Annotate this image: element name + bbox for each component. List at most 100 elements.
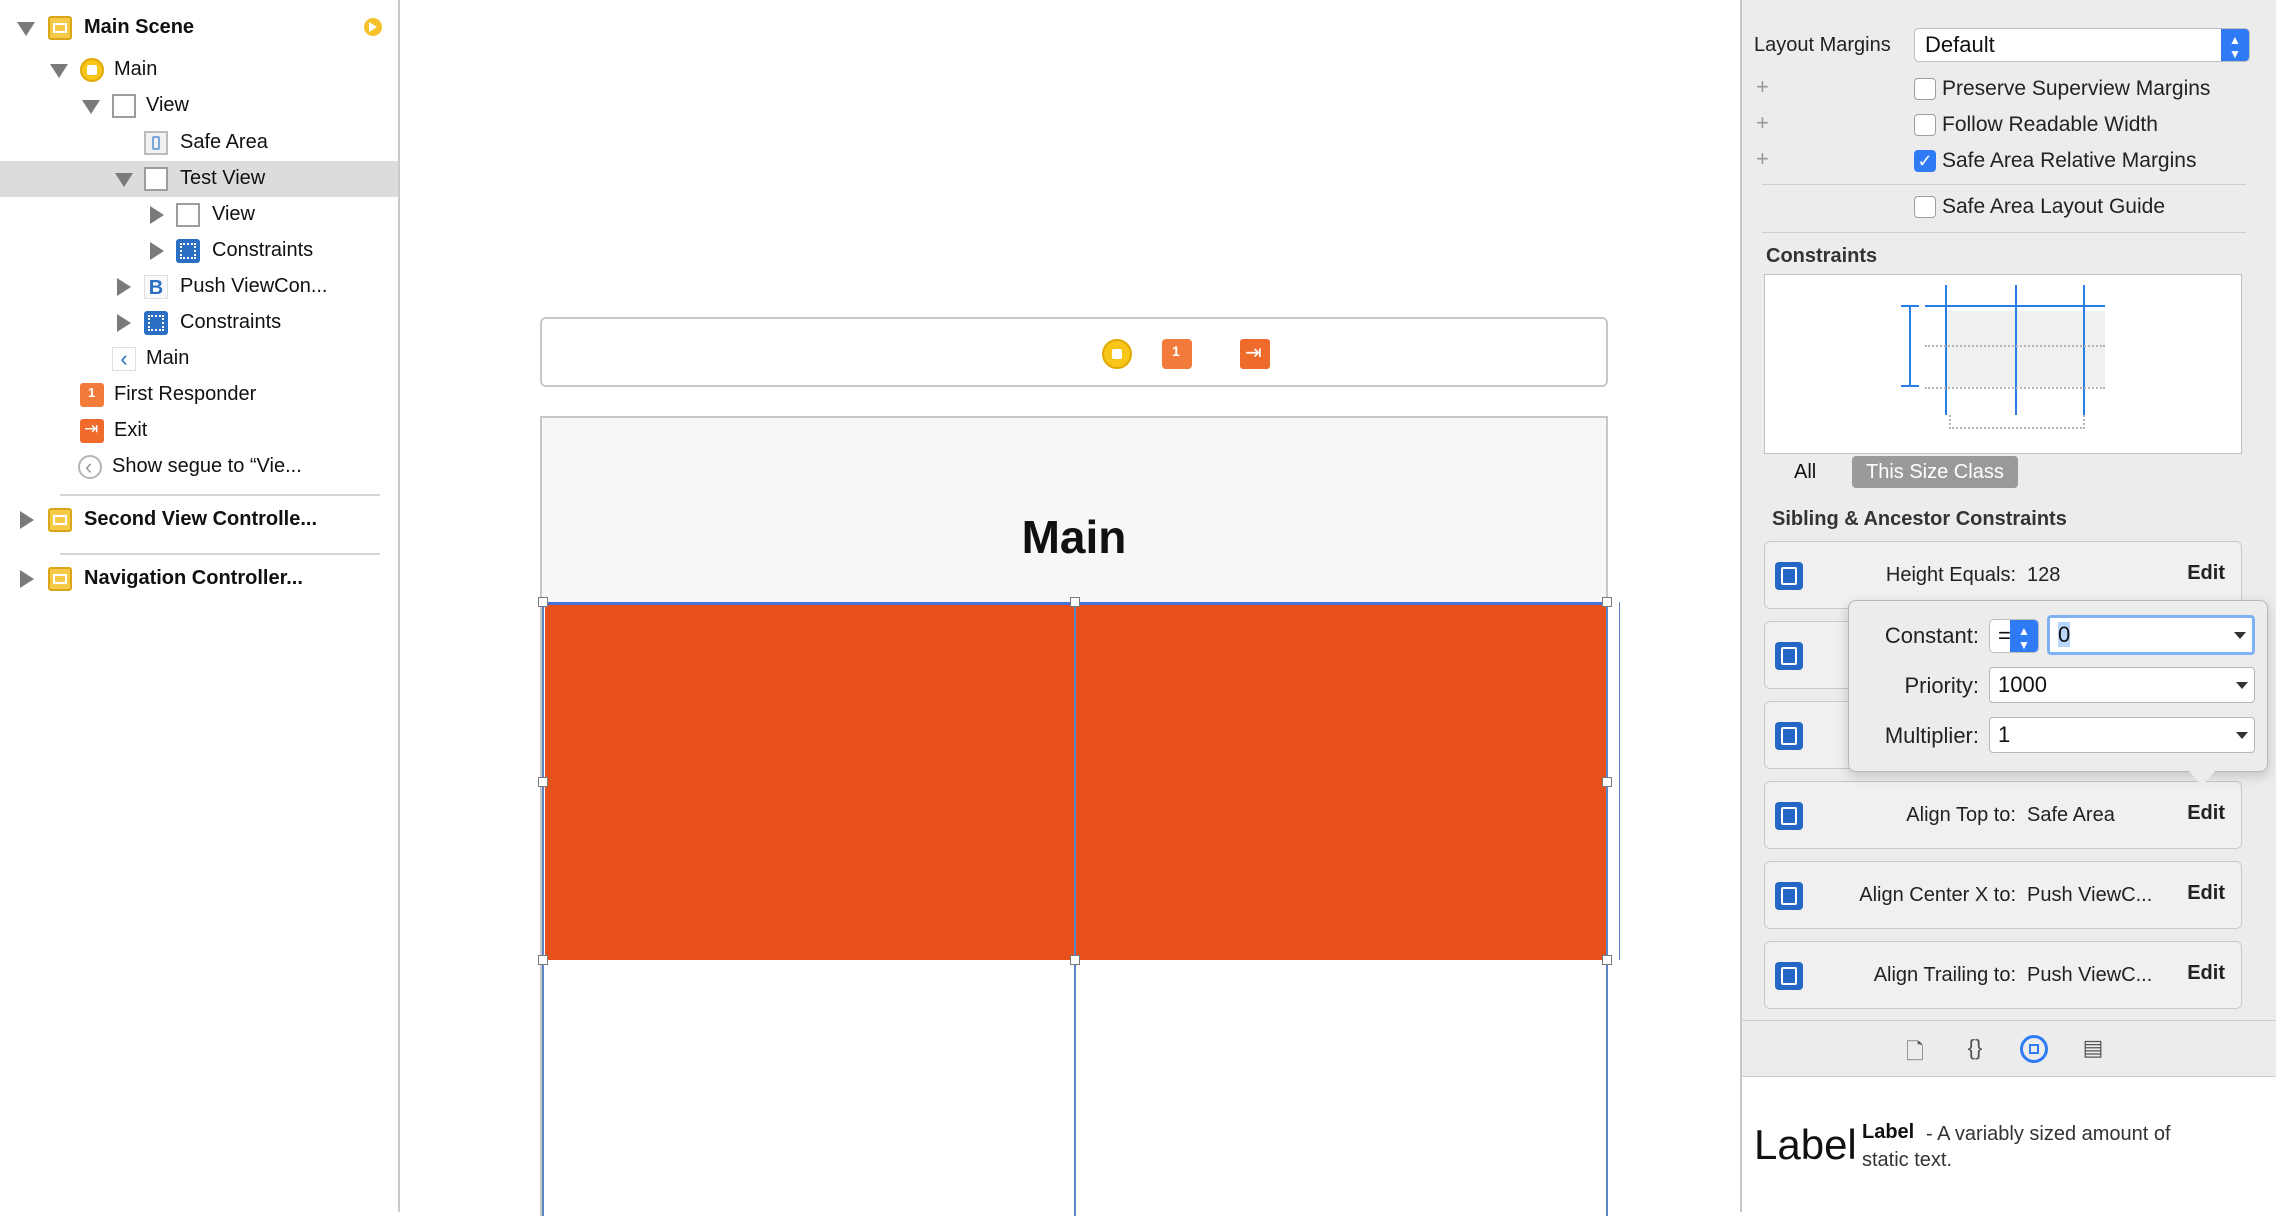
edit-button[interactable]: Edit [2187, 882, 2225, 905]
resize-handle[interactable] [1602, 955, 1612, 965]
constraint-height-cap [1901, 305, 1919, 307]
outline-row-safe-area[interactable]: Safe Area [0, 125, 398, 161]
resize-handle[interactable] [538, 955, 548, 965]
height-constraint-line [1619, 602, 1620, 960]
preserve-margins-checkbox[interactable] [1914, 78, 1936, 100]
constraint-row-top[interactable]: Align Top to: Safe Area Edit [1764, 781, 2242, 849]
resize-handle[interactable] [538, 777, 548, 787]
outline-label: Navigation Controller... [84, 567, 303, 589]
scene-dock [540, 317, 1608, 387]
outline-row-push-button[interactable]: B Push ViewCon... [0, 269, 398, 305]
outline-row-exit[interactable]: Exit [0, 413, 398, 449]
object-library[interactable]: Label Label - A variably sized amount of… [1742, 1076, 2276, 1213]
disclosure-open-icon[interactable] [17, 22, 35, 36]
resize-handle[interactable] [1602, 597, 1612, 607]
resize-handle[interactable] [1070, 955, 1080, 965]
resize-handle[interactable] [1602, 777, 1612, 787]
popup-arrows-icon: ▲ ▼ [2010, 620, 2038, 652]
outline-label: Constraints [212, 239, 314, 261]
constraint-row-center-x[interactable]: Align Center X to: Push ViewC... Edit [1764, 861, 2242, 929]
dotted-guide [1949, 415, 1951, 429]
constraint-edit-popover[interactable]: Constant: = ▲ ▼ 0 Priority: 1000 Multipli… [1848, 600, 2268, 772]
outline-row-subview[interactable]: View [0, 197, 398, 233]
outline-row-constraints-outer[interactable]: Constraints [0, 305, 398, 341]
code-snippet-icon[interactable]: {} [1962, 1035, 1988, 1063]
navigation-bar[interactable]: Main [542, 418, 1606, 602]
safe-area-guide-checkbox[interactable] [1914, 196, 1936, 218]
constant-field[interactable]: 0 [2047, 615, 2255, 655]
relation-popup[interactable]: = ▲ ▼ [1989, 619, 2039, 653]
constraint-line-trailing [1606, 602, 1608, 1216]
navigation-item-icon: ‹ [112, 347, 136, 371]
edit-button[interactable]: Edit [2187, 562, 2225, 585]
edit-button[interactable]: Edit [2187, 962, 2225, 985]
disclosure-closed-icon[interactable] [20, 570, 34, 588]
constraint-label: Height Equals: [1885, 564, 2016, 586]
outline-row-main-scene[interactable]: Main Scene [0, 10, 398, 46]
storyboard-canvas[interactable]: Main [402, 0, 1740, 1216]
constraint-row-trailing[interactable]: Align Trailing to: Push ViewC... Edit [1764, 941, 2242, 1009]
label-preview: Label [1754, 1121, 1857, 1168]
constant-value: 0 [2058, 622, 2071, 647]
first-responder-icon[interactable] [1162, 339, 1192, 369]
layout-margins-label: Layout Margins [1754, 34, 1891, 56]
disclosure-open-icon[interactable] [115, 173, 133, 187]
navigation-title[interactable]: Main [542, 510, 1606, 564]
multiplier-field[interactable]: 1 [1989, 717, 2255, 753]
dotted-guide [2083, 415, 2085, 429]
plus-icon[interactable]: + [1756, 74, 1769, 100]
outline-label: Main [146, 347, 190, 369]
outline-row-test-view[interactable]: Test View [0, 161, 398, 197]
outline-label: Test View [180, 167, 266, 189]
segment-all[interactable]: All [1794, 456, 1816, 488]
outline-row-main-vc[interactable]: Main [0, 52, 398, 88]
disclosure-open-icon[interactable] [82, 100, 100, 114]
outline-row-nav-item[interactable]: ‹ Main [0, 341, 398, 377]
chevron-down-icon[interactable] [2236, 682, 2248, 689]
view-controller-icon[interactable] [1102, 339, 1132, 369]
constraint-label: Align Top to: [1906, 804, 2016, 826]
disclosure-closed-icon[interactable] [150, 206, 164, 224]
view-icon [176, 203, 200, 227]
safe-area-margins-checkbox[interactable]: ✓ [1914, 150, 1936, 172]
plus-icon[interactable]: + [1756, 110, 1769, 136]
outline-label: First Responder [114, 383, 257, 405]
readable-width-checkbox[interactable] [1914, 114, 1936, 136]
outline-row-nav-scene[interactable]: Navigation Controller... [0, 561, 398, 597]
disclosure-open-icon[interactable] [50, 64, 68, 78]
resize-handle[interactable] [1070, 597, 1080, 607]
object-library-icon[interactable] [2020, 1035, 2048, 1063]
constraint-height-line [1909, 305, 1911, 385]
disclosure-closed-icon[interactable] [117, 314, 131, 332]
resize-handle[interactable] [538, 597, 548, 607]
layout-margins-popup[interactable]: Default ▲ ▼ [1914, 28, 2250, 62]
chevron-down-icon[interactable] [2236, 732, 2248, 739]
chevron-down-icon[interactable] [2234, 632, 2246, 639]
disclosure-closed-icon[interactable] [20, 511, 34, 529]
disclosure-closed-icon[interactable] [150, 242, 164, 260]
priority-field[interactable]: 1000 [1989, 667, 2255, 703]
plus-icon[interactable]: + [1756, 146, 1769, 172]
outline-row-second-scene[interactable]: Second View Controlle... [0, 502, 398, 538]
constant-label: Constant: [1884, 623, 1979, 648]
disclosure-closed-icon[interactable] [117, 278, 131, 296]
constraints-diagram[interactable] [1764, 274, 2242, 454]
exit-icon[interactable] [1240, 339, 1270, 369]
outline-row-first-responder[interactable]: First Responder [0, 377, 398, 413]
scene-arrow-icon[interactable] [364, 18, 382, 36]
segment-this-size-class[interactable]: This Size Class [1852, 456, 2018, 488]
constraint-row-height[interactable]: Height Equals: 128 Edit [1764, 541, 2242, 609]
outline-row-segue[interactable]: Show segue to “Vie... [0, 449, 398, 485]
segue-icon [78, 454, 102, 480]
priority-label: Priority: [1904, 673, 1979, 698]
scene-view[interactable]: Main [538, 416, 1620, 1216]
media-library-icon[interactable]: ▤ [2080, 1035, 2106, 1063]
edit-button[interactable]: Edit [2187, 802, 2225, 825]
test-view[interactable] [545, 602, 1607, 960]
view-icon [112, 94, 136, 118]
file-template-icon[interactable]: 🗋 [1902, 1035, 1928, 1064]
outline-row-constraints-inner[interactable]: Constraints [0, 233, 398, 269]
constraints-icon [144, 311, 168, 335]
outline-label: Second View Controlle... [84, 508, 318, 530]
outline-row-view[interactable]: View [0, 88, 398, 124]
